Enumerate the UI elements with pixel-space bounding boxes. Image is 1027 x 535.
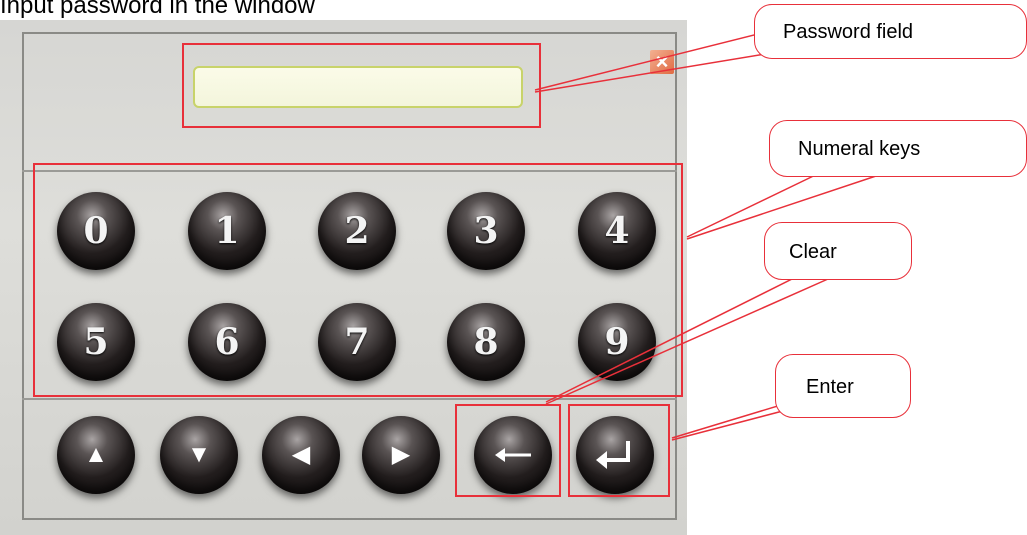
callout-label: Numeral keys [798, 138, 921, 160]
callout-label: Enter [806, 376, 854, 398]
callout-label: Password field [783, 21, 914, 43]
callout-clear: Clear [764, 222, 912, 280]
callout-label: Clear [789, 241, 837, 263]
callout-enter: Enter [775, 354, 911, 418]
callout-password-field: Password field [754, 4, 1027, 59]
callout-numeral-keys: Numeral keys [769, 120, 1027, 177]
